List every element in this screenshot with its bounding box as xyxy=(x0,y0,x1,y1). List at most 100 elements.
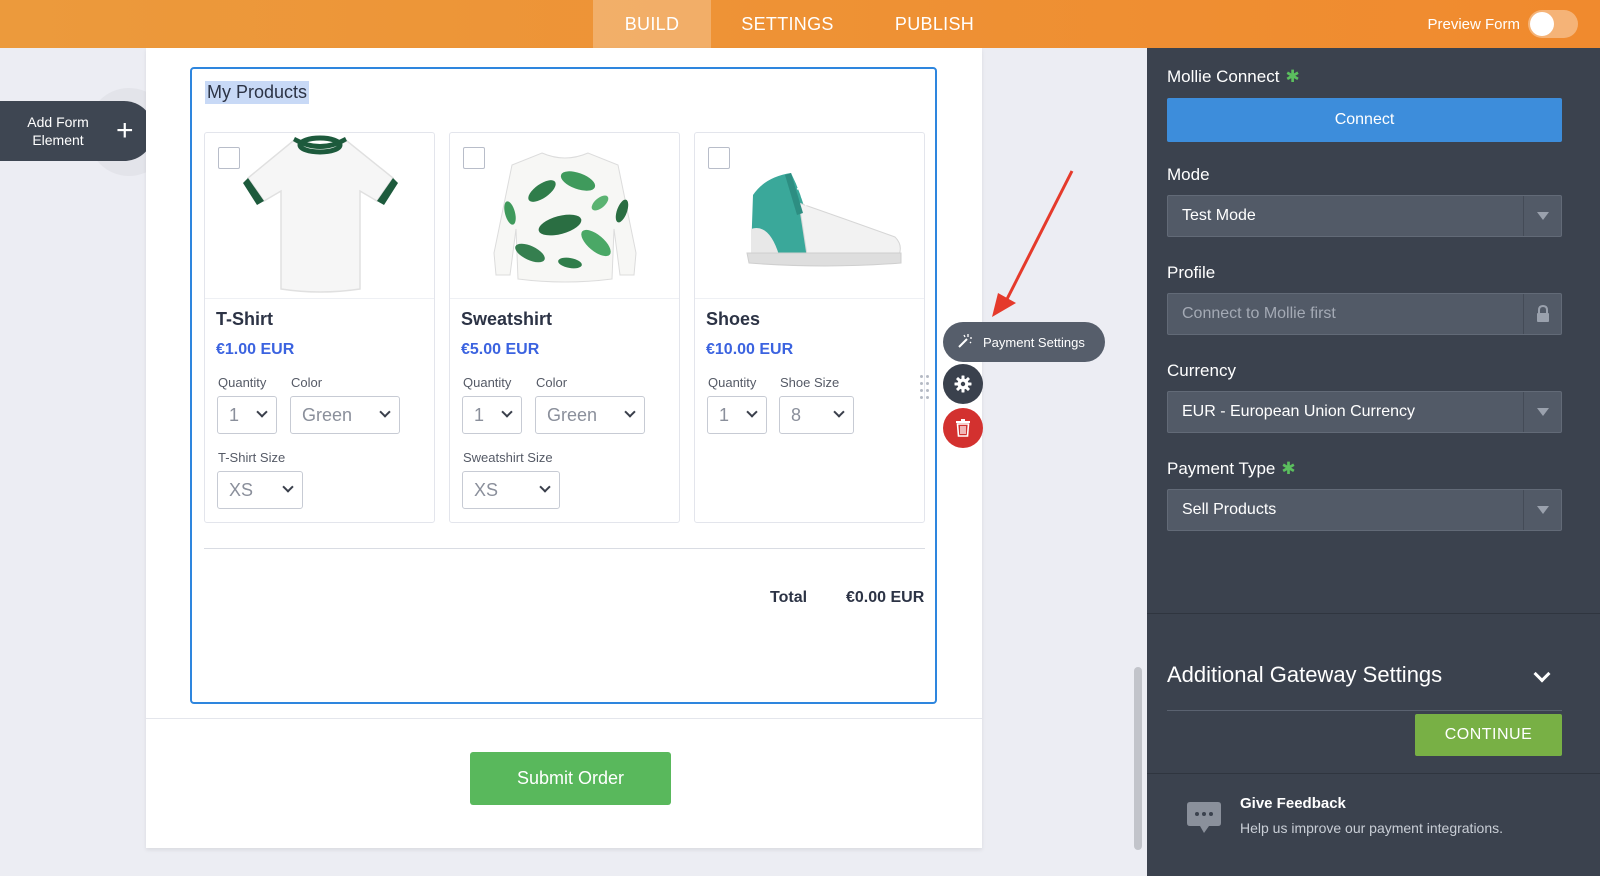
currency-value: EUR - European Union Currency xyxy=(1182,403,1415,420)
chevron-down-icon xyxy=(624,406,636,418)
shoe-size-select[interactable]: 8 xyxy=(779,396,854,434)
required-asterisk-icon: ✱ xyxy=(1281,459,1296,478)
add-form-element-label-line2: Element xyxy=(32,132,84,148)
chevron-down-icon xyxy=(501,406,513,418)
product-card-shoes: Shoes €10.00 EUR Quantity Shoe Size 1 8 xyxy=(694,132,925,523)
shoe-size-label: Shoe Size xyxy=(780,375,840,390)
magic-wand-icon xyxy=(958,334,972,348)
give-feedback-title[interactable]: Give Feedback xyxy=(1240,795,1346,812)
product-price: €5.00 EUR xyxy=(461,341,540,358)
chevron-down-icon xyxy=(282,481,294,493)
color-select[interactable]: Green xyxy=(535,396,645,434)
quantity-value: 1 xyxy=(719,405,730,425)
profile-select: Connect to Mollie first xyxy=(1167,293,1562,335)
product-card-tshirt: T-Shirt €1.00 EUR Quantity Color 1 Green… xyxy=(204,132,435,523)
chevron-down-icon xyxy=(379,406,391,418)
field-properties-button[interactable] xyxy=(943,364,983,404)
quantity-label: Quantity xyxy=(218,375,267,390)
payment-type-select[interactable]: Sell Products xyxy=(1167,489,1562,531)
tab-publish[interactable]: PUBLISH xyxy=(864,0,1005,48)
additional-gateway-settings-title[interactable]: Additional Gateway Settings xyxy=(1167,662,1442,688)
preview-form-toggle[interactable] xyxy=(1528,10,1578,38)
caret-down-icon xyxy=(1536,408,1549,416)
add-form-element-label: Add Form Element xyxy=(0,113,116,149)
product-checkbox-tshirt[interactable] xyxy=(218,147,240,169)
lock-cap xyxy=(1523,294,1561,334)
connect-button[interactable]: Connect xyxy=(1167,98,1562,142)
red-arrow-annotation xyxy=(992,170,1074,317)
product-name: T-Shirt xyxy=(216,309,273,329)
preview-form-control: Preview Form xyxy=(1427,10,1578,38)
gear-icon xyxy=(954,375,972,393)
dropdown-caret xyxy=(1523,196,1561,236)
color-select[interactable]: Green xyxy=(290,396,400,434)
additional-settings-underline xyxy=(1167,710,1562,711)
chevron-down-icon[interactable] xyxy=(1533,665,1551,683)
product-price: €1.00 EUR xyxy=(216,341,295,358)
chevron-down-icon xyxy=(746,406,758,418)
mode-label: Mode xyxy=(1167,165,1210,184)
color-value: Green xyxy=(302,405,353,425)
profile-label: Profile xyxy=(1167,263,1216,282)
submit-order-button[interactable]: Submit Order xyxy=(470,752,671,805)
mode-select[interactable]: Test Mode xyxy=(1167,195,1562,237)
tab-build[interactable]: BUILD xyxy=(593,0,711,48)
add-form-element-label-line1: Add Form xyxy=(27,114,89,130)
total-value: €0.00 EUR xyxy=(846,589,925,606)
payment-settings-button[interactable]: Payment Settings xyxy=(943,322,1105,362)
product-checkbox-shoes[interactable] xyxy=(708,147,730,169)
quantity-label: Quantity xyxy=(463,375,512,390)
size-value: XS xyxy=(229,480,254,500)
mode-value: Test Mode xyxy=(1182,207,1256,224)
builder-tabs: BUILD SETTINGS PUBLISH xyxy=(593,0,1005,48)
field-title[interactable]: My Products xyxy=(205,81,310,104)
product-checkbox-sweatshirt[interactable] xyxy=(463,147,485,169)
quantity-value: 1 xyxy=(474,405,485,425)
trash-icon xyxy=(956,419,970,437)
chevron-down-icon xyxy=(833,406,845,418)
product-name: Sweatshirt xyxy=(461,309,553,329)
quantity-select[interactable]: 1 xyxy=(707,396,767,434)
color-label: Color xyxy=(536,375,568,390)
quantity-select[interactable]: 1 xyxy=(462,396,522,434)
payment-settings-label: Payment Settings xyxy=(983,334,1085,350)
color-label: Color xyxy=(291,375,323,390)
lock-icon xyxy=(1536,305,1549,322)
delete-field-button[interactable] xyxy=(943,408,983,448)
payment-type-value: Sell Products xyxy=(1182,501,1277,518)
required-asterisk-icon: ✱ xyxy=(1285,67,1300,86)
size-select[interactable]: XS xyxy=(217,471,303,509)
size-value: XS xyxy=(474,480,499,500)
color-value: Green xyxy=(547,405,598,425)
product-card-sweatshirt: Sweatshirt €5.00 EUR Quantity Color 1 Gr… xyxy=(449,132,680,523)
canvas-separator xyxy=(146,718,982,719)
drag-handle-icon[interactable] xyxy=(920,375,932,399)
tab-settings[interactable]: SETTINGS xyxy=(711,0,864,48)
plus-icon: + xyxy=(116,114,134,147)
continue-button[interactable]: CONTINUE xyxy=(1415,714,1562,756)
size-label: Sweatshirt Size xyxy=(463,450,553,465)
product-price: €10.00 EUR xyxy=(706,341,794,358)
size-select[interactable]: XS xyxy=(462,471,560,509)
caret-down-icon xyxy=(1536,506,1549,514)
payment-type-label: Payment Type ✱ xyxy=(1167,459,1296,478)
chat-bubble-icon xyxy=(1187,802,1221,833)
mollie-connect-label: Mollie Connect ✱ xyxy=(1167,67,1300,86)
quantity-label: Quantity xyxy=(708,375,757,390)
chevron-down-icon xyxy=(539,481,551,493)
caret-down-icon xyxy=(1536,212,1549,220)
dropdown-caret xyxy=(1523,392,1561,432)
toggle-knob xyxy=(1530,12,1554,36)
currency-select[interactable]: EUR - European Union Currency xyxy=(1167,391,1562,433)
profile-value: Connect to Mollie first xyxy=(1182,305,1336,322)
total-label: Total xyxy=(770,589,808,606)
feedback-divider xyxy=(1147,773,1600,774)
payment-settings-panel: Mollie Connect ✱ Connect Mode Test Mode P… xyxy=(1147,48,1600,876)
add-form-element-button[interactable]: Add Form Element + xyxy=(0,101,154,161)
scrollbar-thumb[interactable] xyxy=(1134,667,1142,850)
give-feedback-subtitle: Help us improve our payment integrations… xyxy=(1240,820,1504,836)
quantity-select[interactable]: 1 xyxy=(217,396,277,434)
product-name: Shoes xyxy=(706,309,761,329)
top-bar: BUILD SETTINGS PUBLISH Preview Form xyxy=(0,0,1600,48)
shoe-size-value: 8 xyxy=(791,405,802,425)
